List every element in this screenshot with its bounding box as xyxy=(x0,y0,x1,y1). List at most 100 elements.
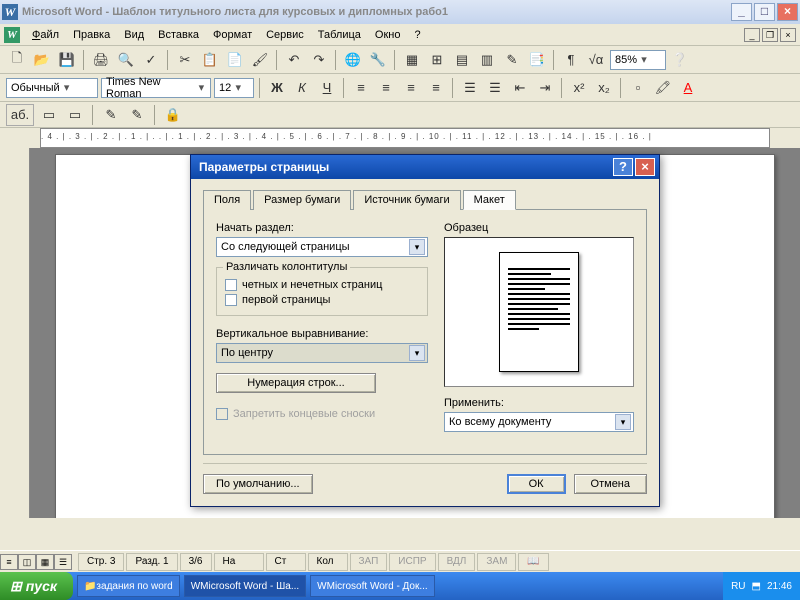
tab-layout[interactable]: Макет xyxy=(463,190,516,210)
justify-icon[interactable]: ≡ xyxy=(425,77,447,99)
increase-indent-icon[interactable]: ⇥ xyxy=(534,77,556,99)
dialog-titlebar[interactable]: Параметры страницы ? × xyxy=(191,155,659,179)
web-view-button[interactable]: ◫ xyxy=(18,554,36,570)
task-button-2[interactable]: W Microsoft Word - Ша... xyxy=(184,575,306,597)
subscript-icon[interactable]: x₂ xyxy=(593,77,615,99)
numbering-icon[interactable]: ☰ xyxy=(459,77,481,99)
apply-to-combo[interactable]: Ко всему документу▾ xyxy=(444,412,634,432)
tray-icon[interactable]: ⬒ xyxy=(752,581,761,592)
print-icon[interactable]: 🖨 xyxy=(90,49,112,71)
print-view-button[interactable]: ▦ xyxy=(36,554,54,570)
system-tray: RU ⬒ 21:46 xyxy=(723,572,800,600)
tables-icon[interactable]: ▦ xyxy=(401,49,423,71)
paste-icon[interactable]: 📄 xyxy=(224,49,246,71)
status-ovr[interactable]: ЗАМ xyxy=(477,553,516,571)
insert-table-icon[interactable]: ⊞ xyxy=(426,49,448,71)
language-indicator[interactable]: RU xyxy=(731,581,745,592)
dialog-close-button[interactable]: × xyxy=(635,158,655,176)
italic-icon[interactable]: К xyxy=(291,77,313,99)
status-rec[interactable]: ЗАП xyxy=(350,553,388,571)
doc-minimize-button[interactable]: _ xyxy=(744,28,760,42)
status-trk[interactable]: ИСПР xyxy=(389,553,435,571)
line-numbers-button[interactable]: Нумерация строк... xyxy=(216,373,376,393)
pen-icon[interactable]: ✎ xyxy=(100,104,122,126)
normal-view-button[interactable]: ≡ xyxy=(0,554,18,570)
cut-icon[interactable]: ✂ xyxy=(174,49,196,71)
hyperlink-icon[interactable]: 🌐 xyxy=(342,49,364,71)
apply-label: Применить: xyxy=(444,397,634,409)
style-combo[interactable]: Обычный▾ xyxy=(6,78,98,98)
status-ext[interactable]: ВДЛ xyxy=(438,553,476,571)
decrease-indent-icon[interactable]: ⇤ xyxy=(509,77,531,99)
doc-close-button[interactable]: × xyxy=(780,28,796,42)
menu-edit[interactable]: Правка xyxy=(67,27,116,43)
app-icon[interactable]: W xyxy=(4,27,20,43)
preview-icon[interactable]: 🔍 xyxy=(115,49,137,71)
tab-fields[interactable]: Поля xyxy=(203,190,251,210)
menu-window[interactable]: Окно xyxy=(369,27,407,43)
first-page-checkbox[interactable]: первой страницы xyxy=(225,294,419,306)
copy-icon[interactable]: 📋 xyxy=(199,49,221,71)
bullets-icon[interactable]: ☰ xyxy=(484,77,506,99)
start-button[interactable]: ⊞пуск xyxy=(0,572,73,600)
ok-button[interactable]: ОК xyxy=(507,474,566,494)
default-button[interactable]: По умолчанию... xyxy=(203,474,313,494)
menu-table[interactable]: Таблица xyxy=(312,27,367,43)
show-hide-icon[interactable]: ¶ xyxy=(560,49,582,71)
align-right-icon[interactable]: ≡ xyxy=(400,77,422,99)
valign-combo[interactable]: По центру▾ xyxy=(216,343,428,363)
columns-icon[interactable]: ▥ xyxy=(476,49,498,71)
redo-icon[interactable]: ↷ xyxy=(308,49,330,71)
tab-paper-source[interactable]: Источник бумаги xyxy=(353,190,460,210)
save-icon[interactable]: 💾 xyxy=(56,49,78,71)
close-button[interactable]: × xyxy=(777,3,798,21)
spellcheck-icon[interactable]: ✓ xyxy=(140,49,162,71)
rev-icon-1[interactable]: ▭ xyxy=(38,104,60,126)
rev-icon-2[interactable]: ▭ xyxy=(64,104,86,126)
bold-icon[interactable]: Ж xyxy=(266,77,288,99)
outline-view-button[interactable]: ☰ xyxy=(54,554,72,570)
align-center-icon[interactable]: ≡ xyxy=(375,77,397,99)
task-button-1[interactable]: 📁 задания по word xyxy=(77,575,180,597)
underline-icon[interactable]: Ч xyxy=(316,77,338,99)
section-start-combo[interactable]: Со следующей страницы▾ xyxy=(216,237,428,257)
new-icon[interactable]: 🗋 xyxy=(6,49,28,71)
font-combo[interactable]: Times New Roman▾ xyxy=(101,78,211,98)
maximize-button[interactable]: □ xyxy=(754,3,775,21)
menu-insert[interactable]: Вставка xyxy=(152,27,205,43)
superscript-icon[interactable]: x² xyxy=(568,77,590,99)
menu-format[interactable]: Формат xyxy=(207,27,258,43)
clock[interactable]: 21:46 xyxy=(767,581,792,592)
undo-icon[interactable]: ↶ xyxy=(283,49,305,71)
menu-help[interactable]: ? xyxy=(408,27,426,43)
minimize-button[interactable]: _ xyxy=(731,3,752,21)
menu-file[interactable]: Файл xyxy=(26,27,65,43)
horizontal-ruler[interactable]: . 4 . | . 3 . | . 2 . | . 1 . | . . | . … xyxy=(40,128,770,148)
excel-icon[interactable]: ▤ xyxy=(451,49,473,71)
font-color-icon[interactable]: A xyxy=(677,77,699,99)
dialog-help-button[interactable]: ? xyxy=(613,158,633,176)
cancel-button[interactable]: Отмена xyxy=(574,474,647,494)
align-left-icon[interactable]: ≡ xyxy=(350,77,372,99)
menu-service[interactable]: Сервис xyxy=(260,27,310,43)
ab-button[interactable]: аб. xyxy=(6,104,34,126)
format-painter-icon[interactable]: 🖌 xyxy=(249,49,271,71)
size-combo[interactable]: 12▾ xyxy=(214,78,254,98)
highlighter-icon[interactable]: ✎ xyxy=(126,104,148,126)
drawing-icon[interactable]: ✎ xyxy=(501,49,523,71)
sqrt-icon[interactable]: √α xyxy=(585,49,607,71)
menu-view[interactable]: Вид xyxy=(118,27,150,43)
highlight-icon[interactable]: 🖍 xyxy=(652,77,674,99)
doc-map-icon[interactable]: 📑 xyxy=(526,49,548,71)
doc-restore-button[interactable]: ❐ xyxy=(762,28,778,42)
zoom-combo[interactable]: 85%▾ xyxy=(610,50,666,70)
lock-icon[interactable]: 🔒 xyxy=(162,104,184,126)
task-button-3[interactable]: W Microsoft Word - Док... xyxy=(310,575,435,597)
help-icon[interactable]: ❔ xyxy=(669,49,691,71)
odd-even-checkbox[interactable]: четных и нечетных страниц xyxy=(225,279,419,291)
web-toolbar-icon[interactable]: 🔧 xyxy=(367,49,389,71)
open-icon[interactable]: 📂 xyxy=(31,49,53,71)
tab-paper-size[interactable]: Размер бумаги xyxy=(253,190,351,210)
status-book-icon[interactable]: 📖 xyxy=(518,553,548,571)
borders-icon[interactable]: ▫ xyxy=(627,77,649,99)
